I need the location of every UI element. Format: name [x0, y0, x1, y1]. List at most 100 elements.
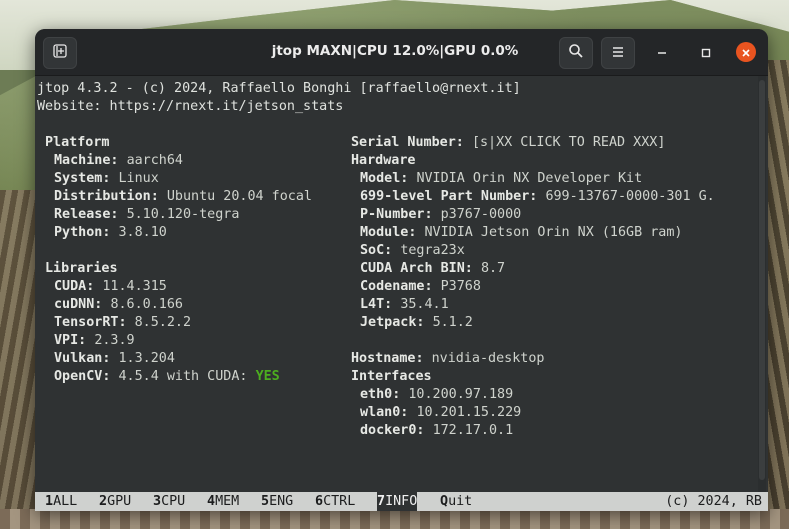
wallpaper-bridge-deck: [0, 509, 789, 529]
menu-item-key: 2: [99, 494, 108, 509]
interface-key: wlan0:: [360, 405, 409, 420]
menu-item-label: ALL: [53, 494, 78, 509]
opencv-cuda-status: YES: [255, 369, 280, 384]
menu-item-cpu[interactable]: 3CPU: [153, 492, 185, 511]
serial-key: Serial Number:: [351, 135, 464, 150]
hardware-value: 35.4.1: [400, 297, 449, 312]
library-value: 8.5.2.2: [134, 315, 192, 330]
hardware-value: p3767-0000: [440, 207, 522, 222]
hardware-row: SoC: tegra23x: [360, 242, 465, 260]
library-key: OpenCV:: [54, 369, 111, 384]
minimize-button[interactable]: [652, 42, 672, 62]
interfaces-title: Interfaces: [351, 369, 432, 384]
close-button[interactable]: [736, 42, 756, 62]
terminal-window: jtop MAXN|CPU 12.0%|GPU 0.0% jtop 4.3.2 …: [35, 29, 768, 511]
library-key: cuDNN:: [54, 297, 103, 312]
platform-key: Machine:: [54, 153, 119, 168]
menu-item-key: 4: [207, 494, 216, 509]
platform-row: Distribution: Ubuntu 20.04 focal: [54, 188, 312, 206]
hardware-value: 699-13767-0000-301 G.: [545, 189, 715, 204]
search-button[interactable]: [559, 37, 593, 69]
menu-item-label: CPU: [161, 494, 186, 509]
library-row: OpenCV: 4.5.4 with CUDA: YES: [54, 368, 280, 386]
platform-value: Linux: [118, 171, 159, 186]
library-row: TensorRT: 8.5.2.2: [54, 314, 191, 332]
library-row: VPI: 2.3.9: [54, 332, 135, 350]
hardware-row: CUDA Arch BIN: 8.7: [360, 260, 505, 278]
hardware-key: CUDA Arch BIN:: [360, 261, 473, 276]
hardware-value: 5.1.2: [432, 315, 473, 330]
hostname-row: Hostname: nvidia-desktop: [351, 350, 545, 368]
hardware-key: Jetpack:: [360, 315, 425, 330]
maximize-icon: [701, 43, 711, 62]
hardware-row: Jetpack: 5.1.2: [360, 314, 473, 332]
interface-row: docker0: 172.17.0.1: [360, 422, 513, 440]
jtop-menu-bar: 1ALL 2GPU 3CPU 4MEM 5ENG 6CTRL 7INFO Qui…: [35, 492, 768, 511]
interface-key: eth0:: [360, 387, 401, 402]
hardware-value: NVIDIA Jetson Orin NX (16GB ram): [424, 225, 683, 240]
serial-value[interactable]: [s|XX CLICK TO READ XXX]: [472, 135, 665, 150]
serial-number-row[interactable]: Serial Number: [s|XX CLICK TO READ XXX]: [351, 134, 665, 152]
library-key: CUDA:: [54, 279, 95, 294]
menu-item-key: 3: [153, 494, 162, 509]
hardware-key: SoC:: [360, 243, 393, 258]
platform-title: Platform: [45, 135, 110, 150]
hamburger-menu-icon: [611, 44, 625, 63]
interface-key: docker0:: [360, 423, 425, 438]
hardware-value: tegra23x: [400, 243, 465, 258]
menu-item-label: MEM: [215, 494, 240, 509]
menu-item-key: 1: [45, 494, 54, 509]
maximize-button[interactable]: [696, 42, 716, 62]
platform-value: 3.8.10: [118, 225, 167, 240]
menu-button[interactable]: [601, 37, 635, 69]
interface-value: 10.201.15.229: [416, 405, 522, 420]
hardware-key: Module:: [360, 225, 417, 240]
menu-item-info[interactable]: 7INFO: [377, 492, 418, 511]
platform-value: Ubuntu 20.04 focal: [166, 189, 312, 204]
library-value: 8.6.0.166: [110, 297, 183, 312]
library-row: cuDNN: 8.6.0.166: [54, 296, 183, 314]
menu-item-key: 7: [377, 494, 386, 509]
hardware-key: L4T:: [360, 297, 393, 312]
terminal-scrollbar[interactable]: [758, 76, 766, 494]
hardware-row: Module: NVIDIA Jetson Orin NX (16GB ram): [360, 224, 682, 242]
library-row: Vulkan: 1.3.204: [54, 350, 175, 368]
menu-item-eng[interactable]: 5ENG: [261, 492, 293, 511]
interface-row: wlan0: 10.201.15.229: [360, 404, 521, 422]
platform-value: 5.10.120-tegra: [126, 207, 240, 222]
menu-item-mem[interactable]: 4MEM: [207, 492, 239, 511]
wallpaper-bridge-rail-left: [0, 190, 40, 529]
hardware-key: P-Number:: [360, 207, 433, 222]
platform-key: Distribution:: [54, 189, 159, 204]
libraries-title: Libraries: [45, 261, 118, 276]
copyright-text: (c) 2024, RB: [665, 494, 762, 509]
platform-row: System: Linux: [54, 170, 159, 188]
interface-value: 172.17.0.1: [432, 423, 514, 438]
menu-item-key: 6: [315, 494, 324, 509]
new-tab-icon: [52, 43, 68, 63]
scrollbar-thumb[interactable]: [759, 80, 765, 480]
menu-item-key: 5: [261, 494, 270, 509]
title-bar[interactable]: jtop MAXN|CPU 12.0%|GPU 0.0%: [35, 29, 768, 76]
header-line-2: Website: https://rnext.it/jetson_stats: [37, 99, 344, 114]
menu-item-label: uit: [448, 494, 473, 509]
platform-key: System:: [54, 171, 111, 186]
new-tab-button[interactable]: [43, 37, 77, 69]
platform-key: Python:: [54, 225, 111, 240]
menu-item-label: INFO: [385, 494, 418, 509]
hardware-key: Codename:: [360, 279, 433, 294]
hardware-row: L4T: 35.4.1: [360, 296, 449, 314]
menu-item-quit[interactable]: Quit: [440, 492, 472, 511]
platform-row: Machine: aarch64: [54, 152, 183, 170]
menu-item-gpu[interactable]: 2GPU: [99, 492, 131, 511]
library-value: 2.3.9: [94, 333, 135, 348]
hardware-row: 699-level Part Number: 699-13767-0000-30…: [360, 188, 715, 206]
menu-item-ctrl[interactable]: 6CTRL: [315, 492, 355, 511]
platform-row: Python: 3.8.10: [54, 224, 167, 242]
platform-value: aarch64: [126, 153, 183, 168]
library-value: 4.5.4 with CUDA:: [118, 369, 248, 384]
terminal-output[interactable]: jtop 4.3.2 - (c) 2024, Raffaello Bonghi …: [35, 76, 768, 511]
minimize-icon: [657, 43, 667, 62]
menu-item-all[interactable]: 1ALL: [45, 492, 77, 511]
library-value: 1.3.204: [118, 351, 175, 366]
